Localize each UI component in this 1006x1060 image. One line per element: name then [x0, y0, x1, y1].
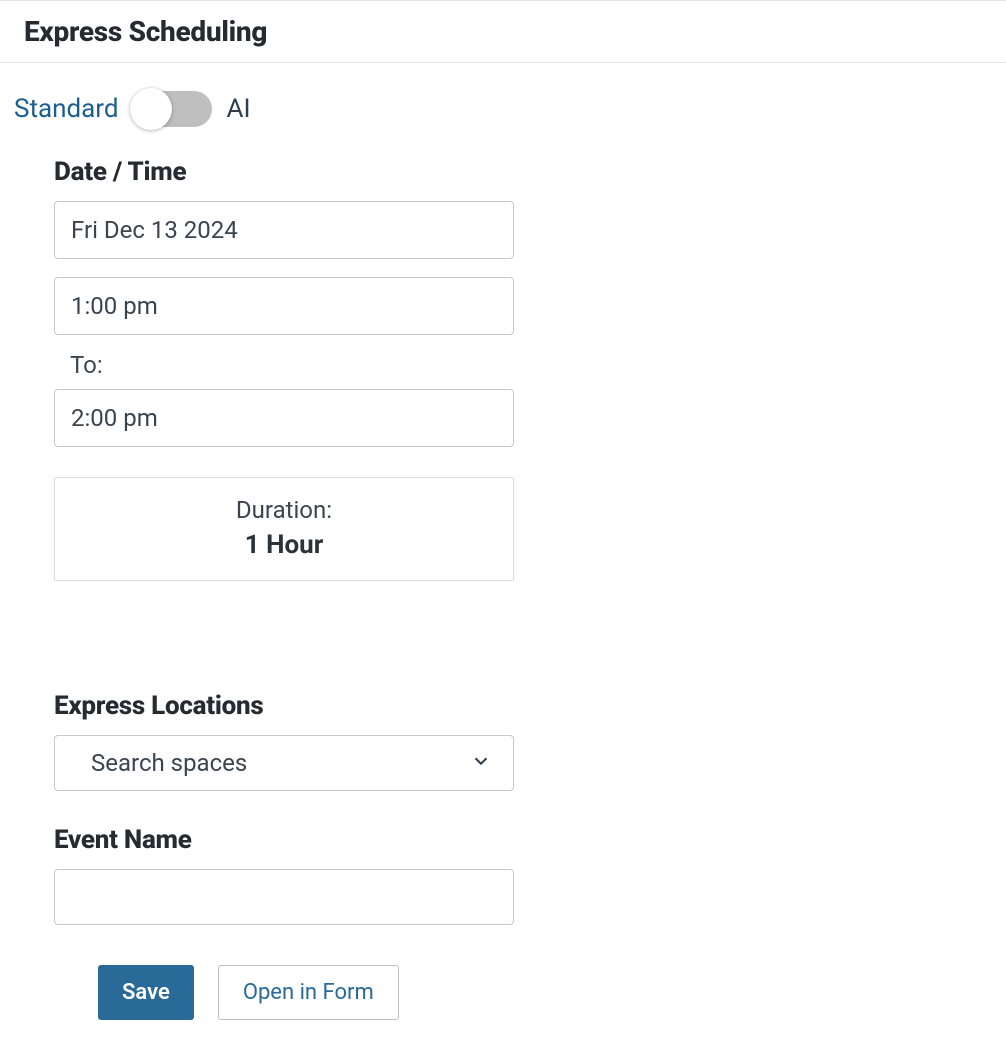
button-row: Save Open in Form: [54, 965, 514, 1020]
toggle-knob: [130, 88, 172, 130]
duration-label: Duration:: [65, 496, 503, 524]
to-label: To:: [54, 351, 514, 379]
locations-select-wrap: Search spaces: [54, 735, 514, 791]
datetime-heading: Date / Time: [54, 157, 514, 187]
save-button[interactable]: Save: [98, 965, 194, 1020]
locations-heading: Express Locations: [54, 691, 514, 721]
mode-label-ai[interactable]: AI: [226, 94, 250, 124]
form-block: Date / Time To: Duration: 1 Hour Express…: [14, 157, 514, 1020]
duration-value: 1 Hour: [65, 530, 503, 560]
event-name-heading: Event Name: [54, 825, 514, 855]
mode-label-standard[interactable]: Standard: [14, 94, 118, 124]
content-area: Standard AI Date / Time To: Duration: 1 …: [0, 63, 1006, 1060]
mode-toggle[interactable]: [132, 91, 212, 127]
locations-select[interactable]: Search spaces: [54, 735, 514, 791]
date-input[interactable]: [54, 201, 514, 259]
header-bar: Express Scheduling: [0, 0, 1006, 63]
open-in-form-button[interactable]: Open in Form: [218, 965, 399, 1020]
mode-toggle-row: Standard AI: [14, 91, 992, 127]
duration-box: Duration: 1 Hour: [54, 477, 514, 581]
event-name-input[interactable]: [54, 869, 514, 925]
end-time-input[interactable]: [54, 389, 514, 447]
page-title: Express Scheduling: [24, 15, 982, 48]
start-time-input[interactable]: [54, 277, 514, 335]
